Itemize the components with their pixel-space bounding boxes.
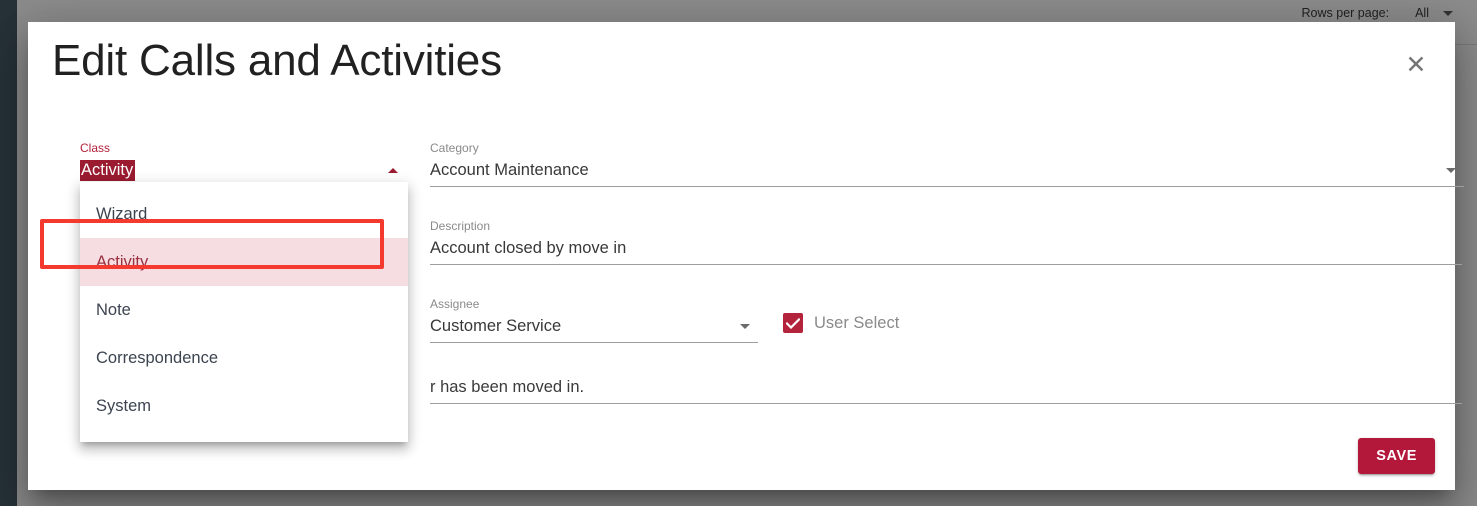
class-field[interactable]: Class Activity [80,141,406,187]
notes-value: r has been moved in. [430,375,1462,399]
dropdown-option-wizard[interactable]: Wizard [80,190,408,238]
description-label: Description [430,219,1462,233]
assignee-underline [430,342,758,343]
dialog-title: Edit Calls and Activities [52,36,502,86]
dropdown-option-correspondence[interactable]: Correspondence [80,334,408,382]
dropdown-option-system[interactable]: System [80,382,408,430]
close-icon[interactable]: ✕ [1399,48,1433,82]
dropdown-option-note[interactable]: Note [80,286,408,334]
class-label: Class [80,141,406,155]
assignee-field[interactable]: Assignee Customer Service [430,297,758,343]
save-button[interactable]: SAVE [1358,438,1435,474]
description-field[interactable]: Description Account closed by move in [430,219,1462,265]
chevron-up-icon[interactable] [388,168,398,173]
user-select-checkbox[interactable]: User Select [783,313,899,333]
dropdown-option-activity[interactable]: Activity [80,238,408,286]
description-value: Account closed by move in [430,236,1462,260]
category-label: Category [430,141,1464,155]
class-value: Activity [80,158,406,182]
assignee-label: Assignee [430,297,758,311]
checkmark-icon [783,313,803,333]
category-underline [430,186,1464,187]
class-dropdown-panel: Wizard Activity Note Correspondence Syst… [80,182,408,442]
category-value: Account Maintenance [430,158,1464,182]
description-underline [430,264,1462,265]
edit-calls-activities-dialog: Edit Calls and Activities ✕ Class Activi… [28,22,1455,490]
class-value-text: Activity [80,160,135,181]
notes-field[interactable]: r has been moved in. [430,375,1462,404]
notes-underline [430,403,1462,404]
user-select-label: User Select [814,314,899,333]
assignee-value: Customer Service [430,314,758,338]
chevron-down-icon[interactable] [1446,168,1456,173]
category-field[interactable]: Category Account Maintenance [430,141,1464,187]
chevron-down-icon[interactable] [740,324,750,329]
app-sidebar [0,0,17,506]
